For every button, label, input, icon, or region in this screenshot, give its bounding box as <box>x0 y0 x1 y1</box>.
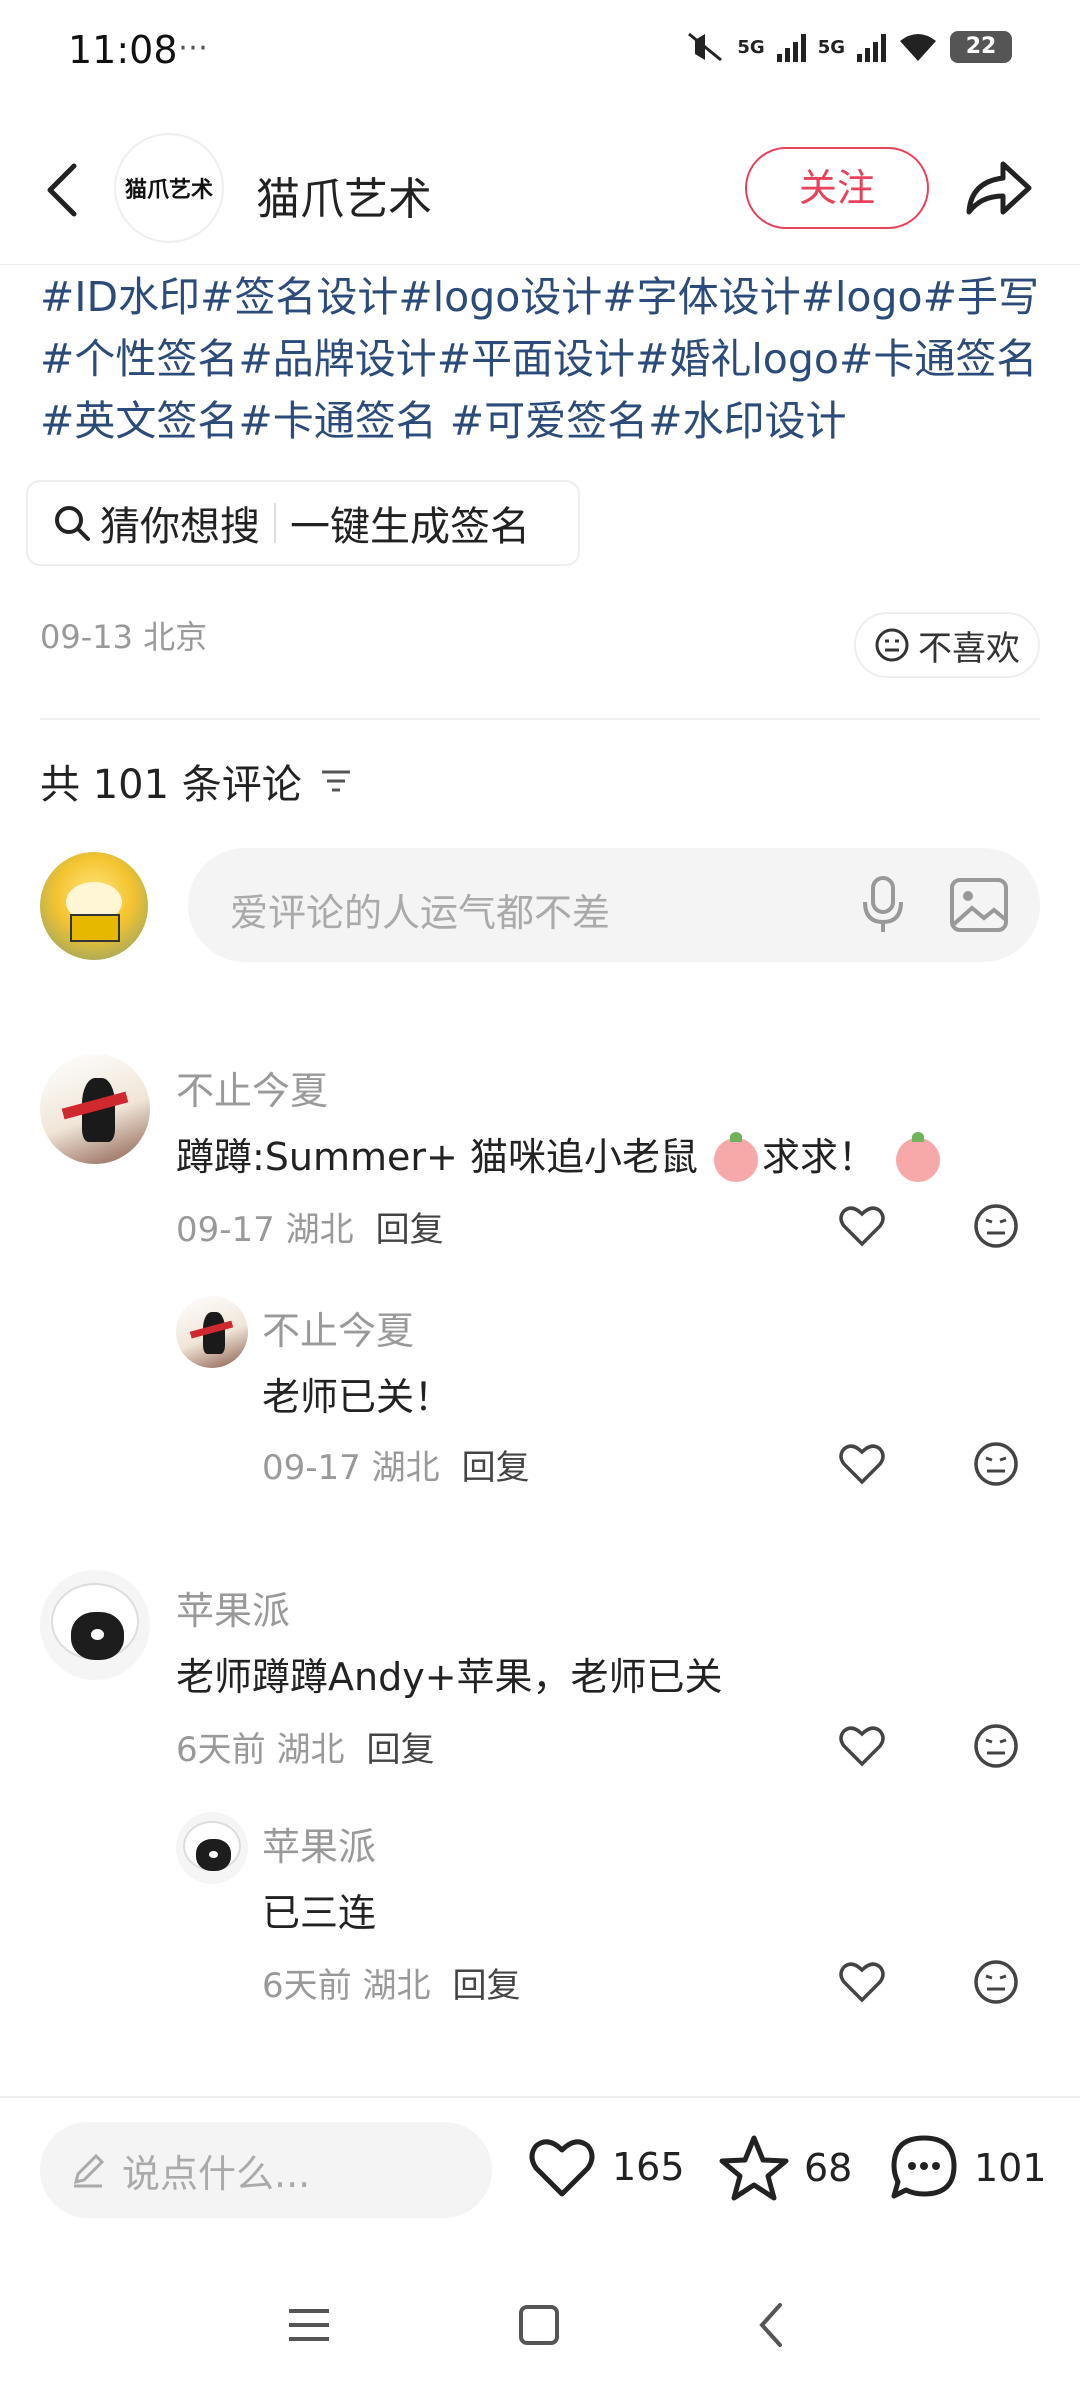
microphone-icon[interactable] <box>853 874 913 936</box>
say-placeholder: 说点什么... <box>122 2151 311 2196</box>
comment-text[interactable]: 老师蹲蹲Andy+苹果，老师已关 <box>176 1646 723 1701</box>
commenter-avatar[interactable] <box>40 1054 150 1164</box>
status-more-icon: ⋯ <box>178 30 208 65</box>
like-count: 165 <box>612 2145 685 2189</box>
post-header: 猫爪艺术 猫爪艺术 关注 <box>0 125 1080 265</box>
reply-button[interactable]: 回复 <box>366 1730 434 1770</box>
commenter-name[interactable]: 苹果派 <box>176 1580 290 1635</box>
image-icon[interactable] <box>948 874 1010 936</box>
signal-bars-icon-2 <box>857 32 886 62</box>
heart-icon[interactable] <box>836 1956 888 2008</box>
status-icons: 5G 5G 22 <box>685 30 1012 64</box>
menu-icon <box>289 2309 329 2341</box>
dislike-label: 不喜欢 <box>918 628 1020 669</box>
reply-avatar[interactable] <box>176 1296 248 1368</box>
author-name[interactable]: 猫爪艺术 <box>256 163 432 227</box>
heart-icon[interactable] <box>836 1438 888 1490</box>
status-time: 11:08 <box>68 28 178 72</box>
comment-text[interactable]: 蹲蹲:Summer+ 猫咪追小老鼠 求求！ <box>176 1126 944 1182</box>
comment-input[interactable]: 爱评论的人运气都不差 <box>188 848 1040 962</box>
post-meta: 09-13 北京 <box>40 618 208 656</box>
search-suggestion-text: 一键生成签名 <box>290 504 530 550</box>
follow-button[interactable]: 关注 <box>745 147 929 229</box>
comment-count: 共 101 条评论 <box>40 752 352 810</box>
back-button[interactable] <box>32 155 92 225</box>
reply-name[interactable]: 苹果派 <box>262 1816 376 1871</box>
share-icon <box>966 161 1032 215</box>
status-bar: 11:08 ⋯ 5G 5G 22 <box>0 0 1080 105</box>
nav-back-button[interactable] <box>736 2290 806 2360</box>
commenter-name[interactable]: 不止今夏 <box>176 1060 328 1115</box>
chat-bubble-icon <box>891 2135 957 2199</box>
neutral-face-icon[interactable] <box>970 1200 1022 1252</box>
my-avatar <box>40 852 148 960</box>
heart-icon[interactable] <box>836 1720 888 1772</box>
nav-menu-button[interactable] <box>274 2290 344 2360</box>
mute-icon <box>688 32 723 62</box>
search-prefix: 猜你想搜 <box>100 504 260 550</box>
square-icon <box>519 2305 559 2345</box>
peach-emoji-icon <box>896 1131 941 1182</box>
post-hashtags[interactable]: #ID水印#签名设计#logo设计#字体设计#logo#手写#个性签名#品牌设计… <box>40 266 1040 452</box>
say-something-input[interactable]: 说点什么... <box>40 2122 492 2218</box>
search-icon <box>55 506 90 541</box>
signal-bars-icon-1 <box>776 32 806 62</box>
reply-text[interactable]: 老师已关！ <box>262 1366 452 1421</box>
reply-meta: 09-17 湖北 回复 <box>262 1440 530 1489</box>
reply-time: 09-17 湖北 <box>262 1448 440 1488</box>
chip-divider <box>274 503 276 543</box>
comment-text-a: 蹲蹲:Summer+ 猫咪追小老鼠 <box>176 1135 711 1179</box>
comment-time: 6天前 湖北 <box>176 1730 345 1770</box>
signal-5g-label-2: 5G <box>817 36 845 58</box>
heart-icon[interactable] <box>836 1200 888 1252</box>
author-avatar-logo: 猫爪艺术 <box>124 177 213 203</box>
comment-total: 101 <box>974 2146 1047 2190</box>
like-action[interactable]: 165 <box>526 2134 685 2200</box>
peach-emoji-icon <box>714 1131 759 1182</box>
chevron-left-icon <box>759 2303 782 2347</box>
sort-icon[interactable] <box>320 767 352 795</box>
reply-name[interactable]: 不止今夏 <box>262 1300 414 1355</box>
reply-avatar[interactable] <box>176 1812 248 1884</box>
neutral-face-icon[interactable] <box>970 1956 1022 2008</box>
comment-count-label: 共 101 条评论 <box>40 762 302 808</box>
pencil-icon <box>73 2153 105 2188</box>
wifi-icon <box>900 34 936 61</box>
chevron-left-icon <box>47 163 77 217</box>
author-avatar[interactable]: 猫爪艺术 <box>114 133 224 243</box>
star-icon <box>719 2135 789 2201</box>
post-dislike-button[interactable]: 不喜欢 <box>854 612 1040 678</box>
avatar-eye <box>209 1850 218 1859</box>
bottom-action-bar: 说点什么... 165 68 101 <box>0 2098 1080 2248</box>
reply-meta: 6天前 湖北 回复 <box>262 1958 520 2007</box>
favorite-count: 68 <box>804 2146 853 2190</box>
reply-button[interactable]: 回复 <box>462 1448 530 1488</box>
neutral-face-icon <box>875 628 909 662</box>
battery-icon: 22 <box>950 31 1012 63</box>
neutral-face-icon[interactable] <box>970 1720 1022 1772</box>
comment-input-placeholder: 爱评论的人运气都不差 <box>230 891 611 935</box>
share-button[interactable] <box>960 153 1036 223</box>
system-nav-bar <box>0 2250 1080 2401</box>
reply-button[interactable]: 回复 <box>376 1210 444 1250</box>
avatar-book <box>70 914 120 942</box>
comment-time: 09-17 湖北 <box>176 1210 354 1250</box>
commenter-avatar[interactable] <box>40 1570 150 1680</box>
comment-text-b: 求求！ <box>762 1135 877 1179</box>
reply-text[interactable]: 已三连 <box>262 1882 376 1937</box>
signal-5g-label-1: 5G <box>737 36 765 58</box>
comment-meta: 09-17 湖北 回复 <box>176 1202 444 1251</box>
section-divider <box>40 718 1040 720</box>
search-suggestion-chip[interactable]: 猜你想搜 一键生成签名 <box>26 480 580 566</box>
favorite-action[interactable]: 68 <box>718 2134 852 2202</box>
reply-time: 6天前 湖北 <box>262 1966 431 2006</box>
comment-meta: 6天前 湖北 回复 <box>176 1722 434 1771</box>
comment-action[interactable]: 101 <box>888 2134 1047 2202</box>
reply-button[interactable]: 回复 <box>452 1966 520 2006</box>
neutral-face-icon[interactable] <box>970 1438 1022 1490</box>
nav-home-button[interactable] <box>504 2290 574 2360</box>
heart-icon <box>529 2139 595 2197</box>
